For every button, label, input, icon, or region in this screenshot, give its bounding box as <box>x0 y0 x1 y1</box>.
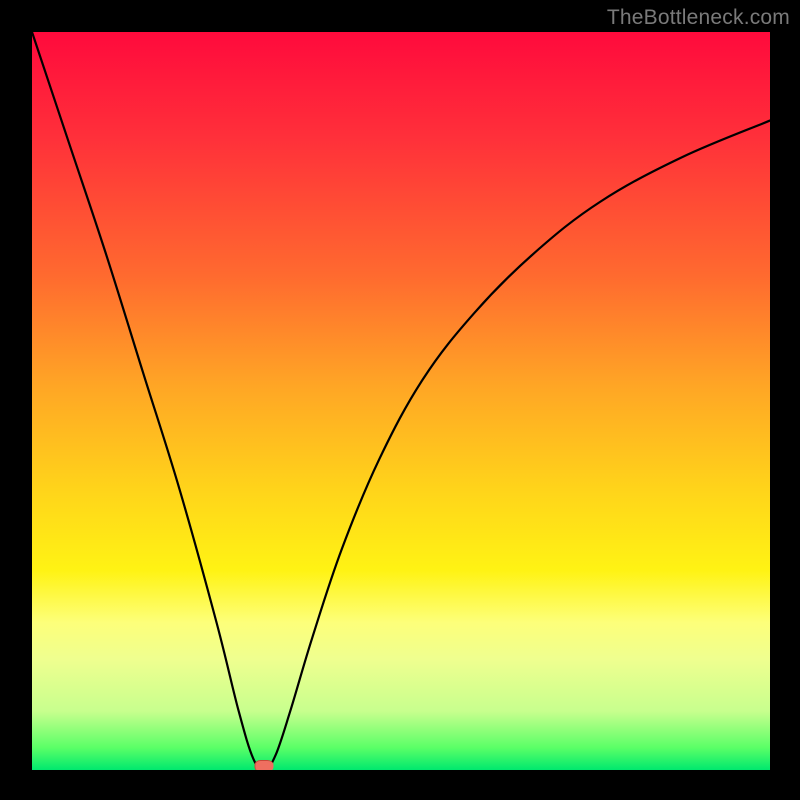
chart-frame: TheBottleneck.com <box>0 0 800 800</box>
plot-area <box>32 32 770 770</box>
minimum-marker <box>255 760 274 770</box>
bottleneck-curve <box>32 32 770 770</box>
watermark-text: TheBottleneck.com <box>607 6 790 30</box>
